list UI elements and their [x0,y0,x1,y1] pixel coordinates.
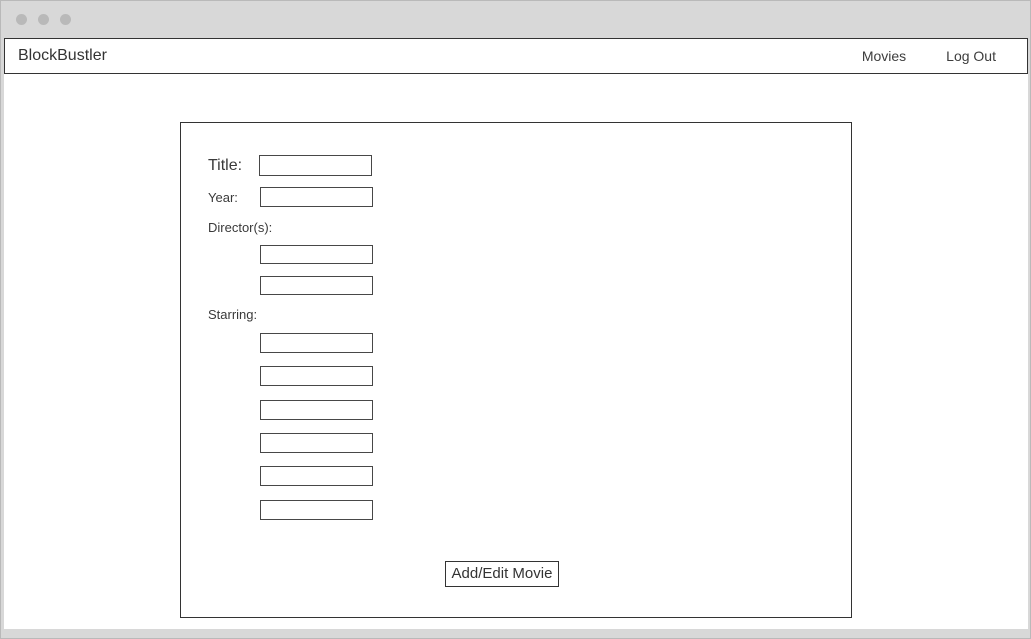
title-label: Title: [208,157,243,174]
starring-input-1[interactable] [260,333,373,353]
starring-input-6[interactable] [260,500,373,520]
window-control-dot-2[interactable] [38,14,49,25]
directors-label: Director(s): [208,220,273,235]
starring-input-5[interactable] [260,466,373,486]
navbar: BlockBustler Movies Log Out [4,38,1028,74]
content-area: Title: Year: Director(s): Starring: Add/… [4,74,1028,629]
brand-title: BlockBustler [18,47,107,64]
starring-input-2[interactable] [260,366,373,386]
nav-links: Movies Log Out [862,48,996,64]
director-input-1[interactable] [260,245,373,264]
window-titlebar [1,1,1030,38]
window-control-dot-1[interactable] [16,14,27,25]
add-edit-movie-button[interactable]: Add/Edit Movie [445,561,559,587]
title-input[interactable] [259,155,372,176]
starring-input-3[interactable] [260,400,373,420]
year-input[interactable] [260,187,373,207]
starring-input-4[interactable] [260,433,373,453]
director-input-2[interactable] [260,276,373,295]
movie-form: Title: Year: Director(s): Starring: Add/… [180,122,852,618]
nav-link-movies[interactable]: Movies [862,48,906,64]
browser-window: BlockBustler Movies Log Out Title: Year:… [0,0,1031,639]
starring-label: Starring: [208,307,258,322]
window-control-dot-3[interactable] [60,14,71,25]
nav-link-logout[interactable]: Log Out [946,48,996,64]
year-label: Year: [208,190,238,205]
